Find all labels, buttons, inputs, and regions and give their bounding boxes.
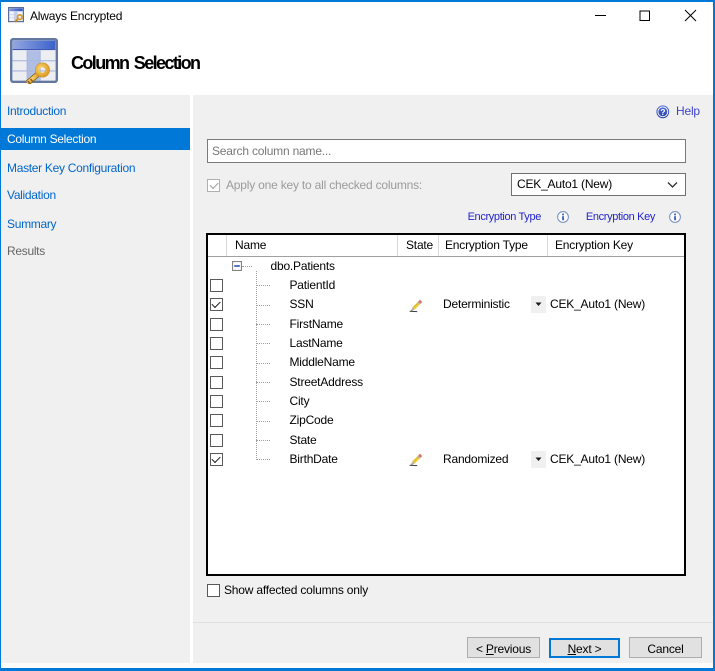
svg-text:?: ? — [660, 107, 665, 117]
